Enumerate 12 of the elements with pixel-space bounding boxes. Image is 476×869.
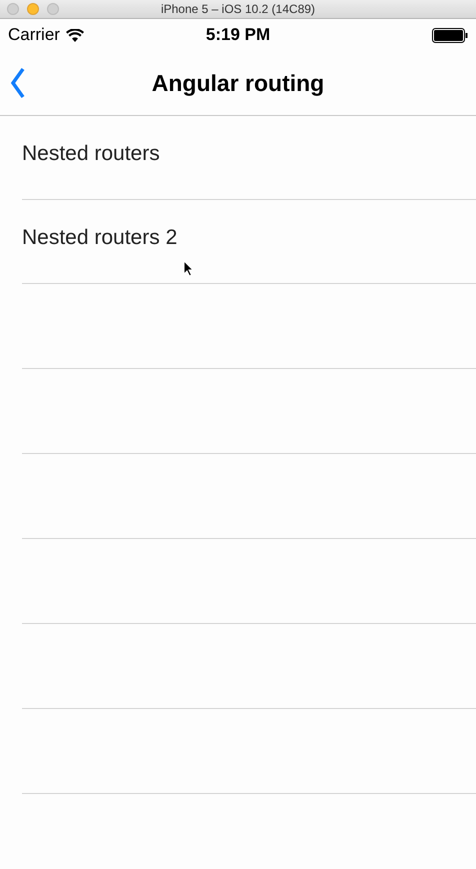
list-item[interactable]: Nested routers <box>22 116 476 200</box>
minimize-button[interactable] <box>27 3 39 15</box>
window-title: iPhone 5 – iOS 10.2 (14C89) <box>160 2 316 16</box>
zoom-button[interactable] <box>47 3 59 15</box>
mouse-pointer-icon <box>183 260 194 277</box>
wifi-icon <box>66 28 84 42</box>
battery-icon <box>432 28 468 42</box>
close-button[interactable] <box>7 3 19 15</box>
back-chevron-icon[interactable] <box>11 67 25 99</box>
status-time: 5:19 PM <box>206 25 270 45</box>
nav-title: Angular routing <box>152 70 324 96</box>
carrier-label: Carrier <box>8 25 60 45</box>
